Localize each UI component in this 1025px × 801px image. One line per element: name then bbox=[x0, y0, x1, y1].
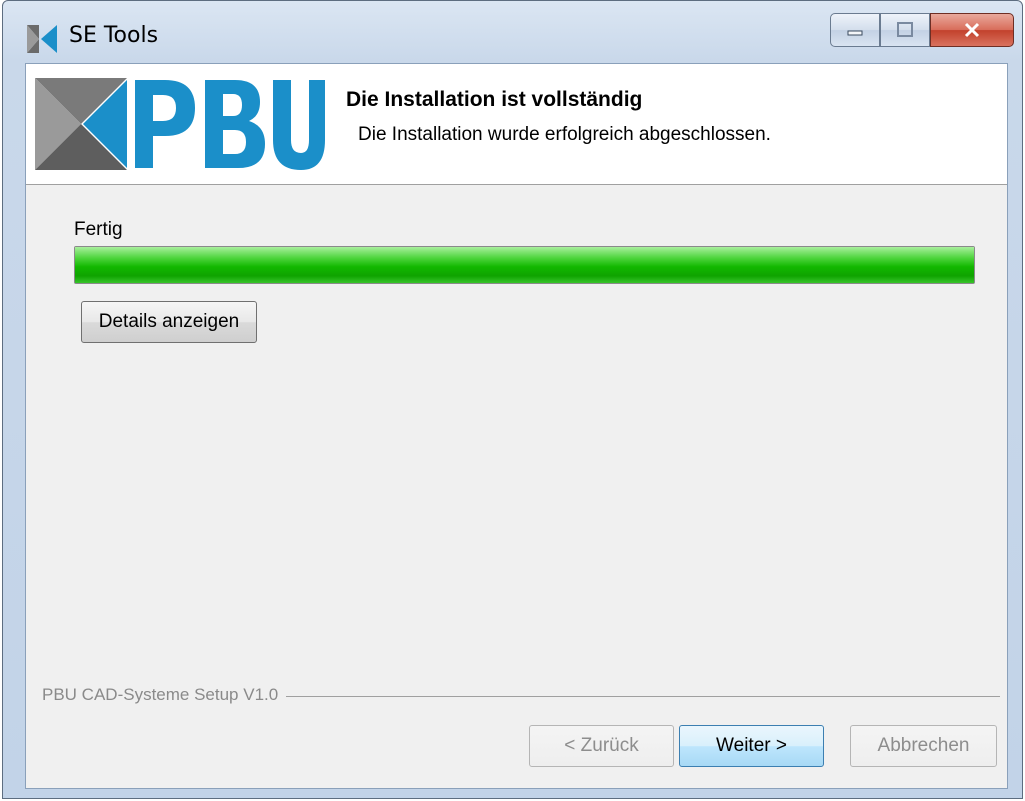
app-icon bbox=[27, 25, 57, 53]
minimize-button[interactable] bbox=[830, 13, 880, 47]
next-button[interactable]: Weiter > bbox=[679, 725, 824, 767]
title-bar[interactable]: SE Tools bbox=[3, 1, 1022, 63]
maximize-button[interactable] bbox=[880, 13, 930, 47]
back-button[interactable]: < Zurück bbox=[529, 725, 674, 767]
close-icon bbox=[964, 22, 980, 38]
dialog-header: Die Installation ist vollständig Die Ins… bbox=[26, 64, 1007, 185]
window-title: SE Tools bbox=[69, 23, 159, 48]
minimize-icon bbox=[847, 30, 863, 36]
cancel-button[interactable]: Abbrechen bbox=[850, 725, 997, 767]
page-subtitle: Die Installation wurde erfolgreich abges… bbox=[358, 124, 771, 145]
pbu-logo bbox=[35, 78, 325, 170]
progress-bar-fill bbox=[75, 247, 974, 283]
page-title: Die Installation ist vollständig bbox=[346, 88, 643, 111]
dialog-client-area: Die Installation ist vollständig Die Ins… bbox=[25, 63, 1008, 789]
footer-brand-label: PBU CAD-Systeme Setup V1.0 bbox=[42, 685, 287, 705]
details-button[interactable]: Details anzeigen bbox=[81, 301, 257, 343]
maximize-icon bbox=[897, 22, 913, 37]
window-controls bbox=[830, 13, 1014, 49]
progress-bar bbox=[74, 246, 975, 284]
progress-label: Fertig bbox=[74, 219, 123, 240]
close-button[interactable] bbox=[930, 13, 1014, 47]
installer-window: SE Tools Die Installation ist vollständi… bbox=[2, 0, 1023, 799]
